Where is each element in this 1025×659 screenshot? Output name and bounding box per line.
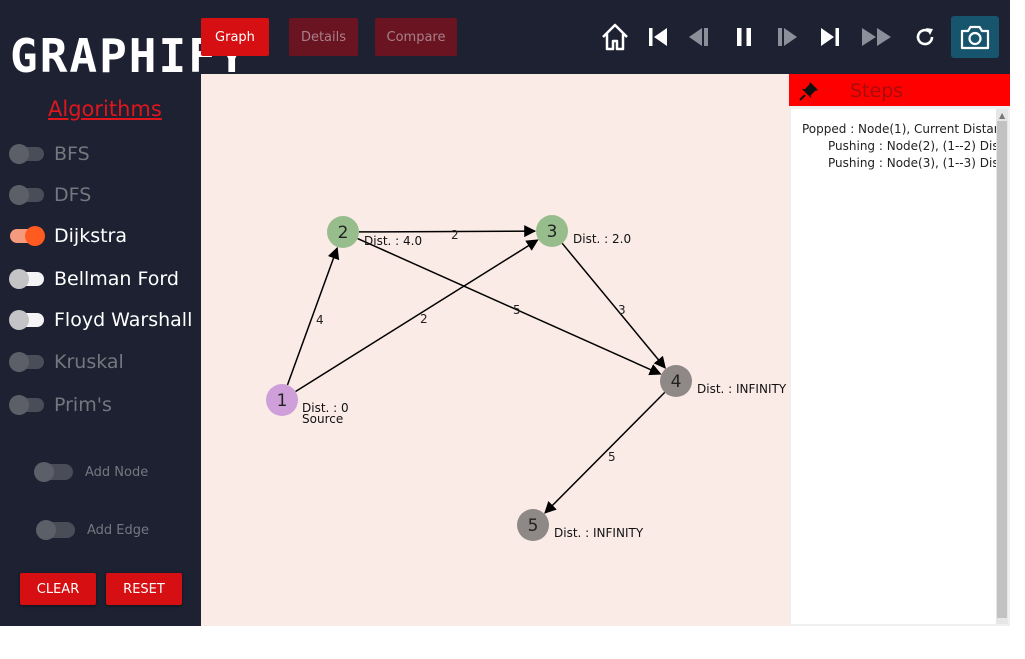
algorithm-toggle-bellman-ford[interactable] [9, 269, 44, 289]
edge-4-5[interactable] [544, 391, 666, 514]
node-distance-label: Dist. : INFINITY [554, 526, 644, 540]
algorithm-dfs[interactable]: DFS [9, 183, 92, 207]
edge-2-3[interactable] [358, 225, 537, 238]
app-window: GRAPHIFY Algorithms BFS DFS Dijkstra Bellma… [0, 0, 1010, 626]
graph-canvas[interactable]: 4 2 2 5 3 5 1 Dist. : 0 Source 2 Dist. : 4.0 3 Dist… [201, 74, 789, 626]
node-distance-label: Dist. : 4.0 [364, 234, 422, 248]
add-node-switch[interactable] [34, 462, 73, 482]
edge-1-2[interactable] [286, 246, 340, 386]
edge-weight-label: 2 [420, 312, 428, 326]
add-edge-switch[interactable] [36, 520, 75, 540]
app-logo: GRAPHIFY [10, 29, 248, 83]
algorithm-dijkstra[interactable]: Dijkstra [10, 224, 127, 248]
algorithm-label: Kruskal [54, 351, 124, 373]
step-back-icon[interactable] [683, 20, 715, 54]
algorithm-bfs[interactable]: BFS [9, 142, 90, 166]
algorithm-toggle-dijkstra[interactable] [10, 226, 45, 246]
steps-header: Steps [789, 74, 1010, 106]
algorithm-toggle-floyd-warshall[interactable] [9, 310, 44, 330]
node-id-label: 3 [547, 222, 558, 242]
algorithm-toggle-kruskal[interactable] [9, 352, 44, 372]
step-forward-icon[interactable] [771, 20, 803, 54]
screenshot-button[interactable] [951, 16, 999, 58]
edge-weight-label: 5 [513, 303, 521, 317]
tab-graph[interactable]: Graph [201, 18, 269, 56]
step-entry: Popped : Node(1), Current Distance: 0 [802, 122, 996, 136]
steps-panel: Steps Popped : Node(1), Current Distance… [789, 74, 1010, 626]
tab-details[interactable]: Details [289, 18, 358, 56]
algorithm-floyd-warshall[interactable]: Floyd Warshall [9, 308, 193, 332]
step-entry: Pushing : Node(3), (1--3) Distance: 2.0 [828, 156, 996, 170]
node-distance-label: Dist. : 2.0 [573, 232, 631, 246]
algorithm-toggle-bfs[interactable] [9, 144, 44, 164]
graph-svg[interactable]: 4 2 2 5 3 5 1 Dist. : 0Source 2 Dist. : 4.0 3 Dist… [201, 74, 789, 626]
edge-weight-label: 3 [618, 303, 626, 317]
pin-icon[interactable] [799, 81, 819, 101]
algorithm-label: Dijkstra [54, 225, 127, 247]
reset-button[interactable]: RESET [106, 573, 182, 605]
algorithm-toggle-dfs[interactable] [9, 185, 44, 205]
algorithm-kruskal[interactable]: Kruskal [9, 350, 124, 374]
graph-node-1[interactable]: 1 Dist. : 0Source [266, 384, 349, 426]
node-id-label: 4 [671, 372, 682, 392]
step-entry: Pushing : Node(2), (1--2) Distance: 4.0 [828, 139, 996, 153]
add-node-label: Add Node [85, 464, 149, 480]
skip-end-icon[interactable] [814, 20, 846, 54]
node-distance-label: Dist. : INFINITY [697, 382, 787, 396]
edge-weight-label: 2 [451, 228, 459, 242]
steps-title: Steps [850, 80, 904, 102]
edge-3-4[interactable] [561, 242, 666, 369]
node-id-label: 5 [528, 516, 539, 536]
add-edge-toggle[interactable]: Add Edge [36, 520, 150, 540]
algorithm-prim-s[interactable]: Prim's [9, 393, 112, 417]
camera-icon [960, 25, 990, 50]
graph-node-3[interactable]: 3 Dist. : 2.0 [536, 215, 631, 247]
edge-weight-label: 5 [608, 450, 616, 464]
add-node-toggle[interactable]: Add Node [34, 462, 149, 482]
steps-log: Popped : Node(1), Current Distance: 0 Pus… [791, 109, 996, 624]
algorithm-label: Prim's [54, 394, 112, 416]
node-id-label: 2 [338, 223, 349, 243]
graph-node-4[interactable]: 4 Dist. : INFINITY [660, 365, 787, 397]
add-edge-label: Add Edge [87, 522, 150, 538]
node-id-label: 1 [277, 391, 288, 411]
home-icon[interactable] [599, 20, 631, 54]
skip-start-icon[interactable] [642, 20, 674, 54]
scrollbar-thumb[interactable] [997, 121, 1007, 618]
algorithm-bellman-ford[interactable]: Bellman Ford [9, 267, 179, 291]
tab-compare[interactable]: Compare [375, 18, 457, 56]
algorithms-heading[interactable]: Algorithms [48, 97, 162, 121]
node-source-label: Source [302, 412, 343, 426]
algorithm-label: Bellman Ford [54, 268, 179, 290]
fast-forward-icon[interactable] [858, 20, 896, 54]
edge-weight-label: 4 [316, 313, 324, 327]
scroll-up-arrow-icon[interactable]: ▲ [999, 111, 1005, 120]
algorithm-label: BFS [54, 143, 90, 165]
refresh-icon[interactable] [909, 20, 941, 54]
steps-scrollbar[interactable]: ▲ [996, 109, 1008, 624]
graph-node-5[interactable]: 5 Dist. : INFINITY [517, 509, 644, 541]
clear-button[interactable]: CLEAR [20, 573, 96, 605]
algorithm-toggle-prim-s[interactable] [9, 395, 44, 415]
pause-icon[interactable] [728, 20, 760, 54]
algorithm-label: Floyd Warshall [54, 309, 193, 331]
algorithm-label: DFS [54, 184, 92, 206]
